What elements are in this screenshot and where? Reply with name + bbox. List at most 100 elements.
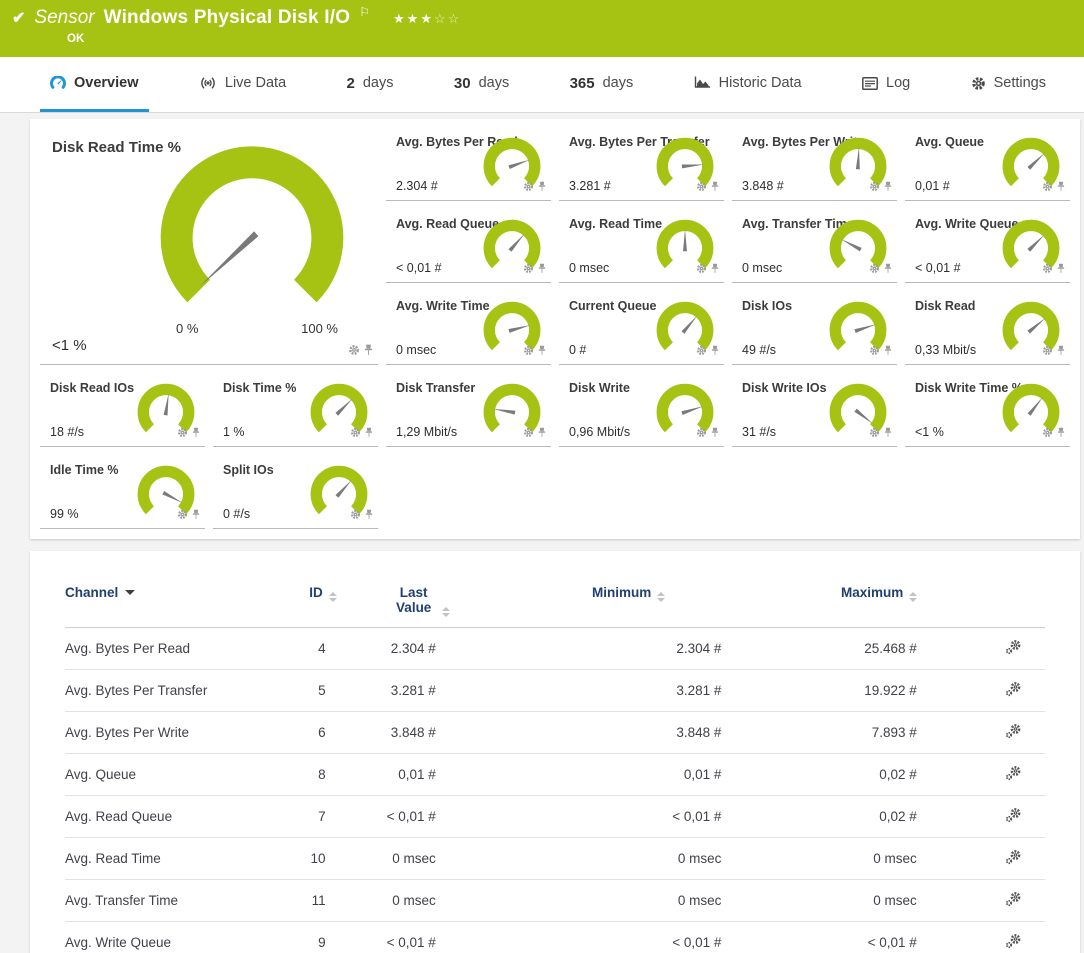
gear-icon[interactable]	[523, 179, 534, 197]
channel-minimum: < 0,01 #	[481, 796, 777, 838]
channel-settings-gears-icon[interactable]	[1005, 811, 1022, 826]
channel-settings-gears-icon[interactable]	[1005, 643, 1022, 658]
channel-last-value: < 0,01 #	[361, 922, 481, 953]
tab-overview[interactable]: Overview	[40, 57, 149, 112]
gear-icon[interactable]	[869, 343, 880, 361]
gauge-icon	[50, 76, 66, 90]
gear-icon[interactable]	[350, 425, 361, 443]
star-empty-icon[interactable]: ☆	[434, 11, 448, 26]
gauge-needle	[856, 147, 861, 169]
gauge-tile: Avg. Read Time 0 msec	[559, 209, 724, 283]
gauge-title: Disk Write IOs	[742, 381, 827, 395]
channel-settings-gears-icon[interactable]	[1005, 895, 1022, 910]
tab-settings[interactable]: Settings	[961, 57, 1056, 112]
pin-icon[interactable]	[1057, 261, 1065, 279]
pin-icon[interactable]	[711, 261, 719, 279]
channel-name[interactable]: Avg. Bytes Per Write	[65, 712, 285, 754]
gauge-needle	[162, 491, 183, 505]
sort-icon	[442, 607, 450, 617]
gear-icon[interactable]	[869, 261, 880, 279]
gear-icon[interactable]	[523, 261, 534, 279]
pin-icon[interactable]	[1057, 425, 1065, 443]
channel-settings-gears-icon[interactable]	[1005, 727, 1022, 742]
channel-name[interactable]: Avg. Queue	[65, 754, 285, 796]
gear-icon[interactable]	[1042, 179, 1053, 197]
pin-icon[interactable]	[365, 425, 373, 443]
channel-name[interactable]: Avg. Read Queue	[65, 796, 285, 838]
rating-stars[interactable]: ★★★☆☆	[393, 11, 461, 27]
gear-icon[interactable]	[696, 425, 707, 443]
pin-icon[interactable]	[711, 179, 719, 197]
column-header-last-value[interactable]: Last Value	[361, 573, 481, 628]
channel-settings-gears-icon[interactable]	[1005, 853, 1022, 868]
tab-live-data[interactable]: Live Data	[189, 57, 296, 112]
channel-name[interactable]: Avg. Transfer Time	[65, 880, 285, 922]
pin-icon[interactable]	[365, 507, 373, 525]
gauge-tile: Current Queue 0 #	[559, 291, 724, 365]
gear-icon[interactable]	[1042, 261, 1053, 279]
gauge-needle	[854, 322, 876, 333]
gauge-value: < 0,01 #	[915, 261, 961, 275]
gear-icon[interactable]	[523, 425, 534, 443]
pin-icon[interactable]	[364, 343, 373, 361]
gauge-tile: Avg. Bytes Per Write 3.848 #	[732, 127, 897, 201]
pin-icon[interactable]	[884, 261, 892, 279]
gauge-value: 49 #/s	[742, 343, 776, 357]
sensor-type-label: Sensor	[34, 7, 94, 29]
gear-icon[interactable]	[1042, 425, 1053, 443]
channel-settings-gears-icon[interactable]	[1005, 937, 1022, 952]
gauge-tile: Disk Transfer 1,29 Mbit/s	[386, 373, 551, 447]
gear-icon[interactable]	[177, 507, 188, 525]
pin-icon[interactable]	[711, 343, 719, 361]
gear-icon[interactable]	[350, 507, 361, 525]
channel-name[interactable]: Avg. Read Time	[65, 838, 285, 880]
pin-icon[interactable]	[538, 425, 546, 443]
tab-days[interactable]: 365 days	[560, 57, 644, 112]
star-empty-icon[interactable]: ☆	[448, 11, 462, 26]
gauge-needle	[683, 229, 687, 251]
gear-icon[interactable]	[177, 425, 188, 443]
tab-historic-data[interactable]: Historic Data	[684, 57, 812, 112]
pin-icon[interactable]	[538, 179, 546, 197]
gear-icon[interactable]	[869, 425, 880, 443]
table-row: Avg. Bytes Per Transfer 5 3.281 # 3.281 …	[65, 670, 1045, 712]
star-filled-icon[interactable]: ★	[393, 11, 407, 26]
pin-icon[interactable]	[711, 425, 719, 443]
tab-days[interactable]: 30 days	[444, 57, 519, 112]
pin-icon[interactable]	[538, 343, 546, 361]
column-header-id[interactable]: ID	[285, 573, 360, 628]
gear-icon[interactable]	[523, 343, 534, 361]
pin-icon[interactable]	[192, 507, 200, 525]
gauge-title: Disk Transfer	[396, 381, 475, 395]
gear-icon[interactable]	[696, 261, 707, 279]
column-header-maximum[interactable]: Maximum	[776, 573, 981, 628]
channel-name[interactable]: Avg. Bytes Per Read	[65, 628, 285, 670]
pin-icon[interactable]	[884, 343, 892, 361]
column-header-minimum[interactable]: Minimum	[481, 573, 777, 628]
pin-icon[interactable]	[192, 425, 200, 443]
flag-icon[interactable]: ⚐	[359, 5, 370, 19]
pin-icon[interactable]	[884, 425, 892, 443]
channel-maximum: 19.922 #	[776, 670, 981, 712]
pin-icon[interactable]	[884, 179, 892, 197]
gauge-tile: Avg. Read Queue < 0,01 #	[386, 209, 551, 283]
pin-icon[interactable]	[538, 261, 546, 279]
star-filled-icon[interactable]: ★	[407, 11, 421, 26]
gauge-tile: Disk Read 0,33 Mbit/s	[905, 291, 1070, 365]
column-header-channel[interactable]: Channel	[65, 573, 285, 628]
pin-icon[interactable]	[1057, 343, 1065, 361]
channel-name[interactable]: Avg. Write Queue	[65, 922, 285, 953]
tab-log[interactable]: Log	[852, 57, 920, 112]
gear-icon[interactable]	[696, 179, 707, 197]
gear-icon[interactable]	[348, 343, 360, 361]
gear-icon[interactable]	[1042, 343, 1053, 361]
channel-settings-gears-icon[interactable]	[1005, 769, 1022, 784]
tab-days[interactable]: 2 days	[337, 57, 404, 112]
star-filled-icon[interactable]: ★	[420, 11, 434, 26]
gear-icon[interactable]	[869, 179, 880, 197]
channel-settings-gears-icon[interactable]	[1005, 685, 1022, 700]
channel-name[interactable]: Avg. Bytes Per Transfer	[65, 670, 285, 712]
gear-icon[interactable]	[696, 343, 707, 361]
gauge-tile: Disk Time % 1 %	[213, 373, 378, 447]
pin-icon[interactable]	[1057, 179, 1065, 197]
